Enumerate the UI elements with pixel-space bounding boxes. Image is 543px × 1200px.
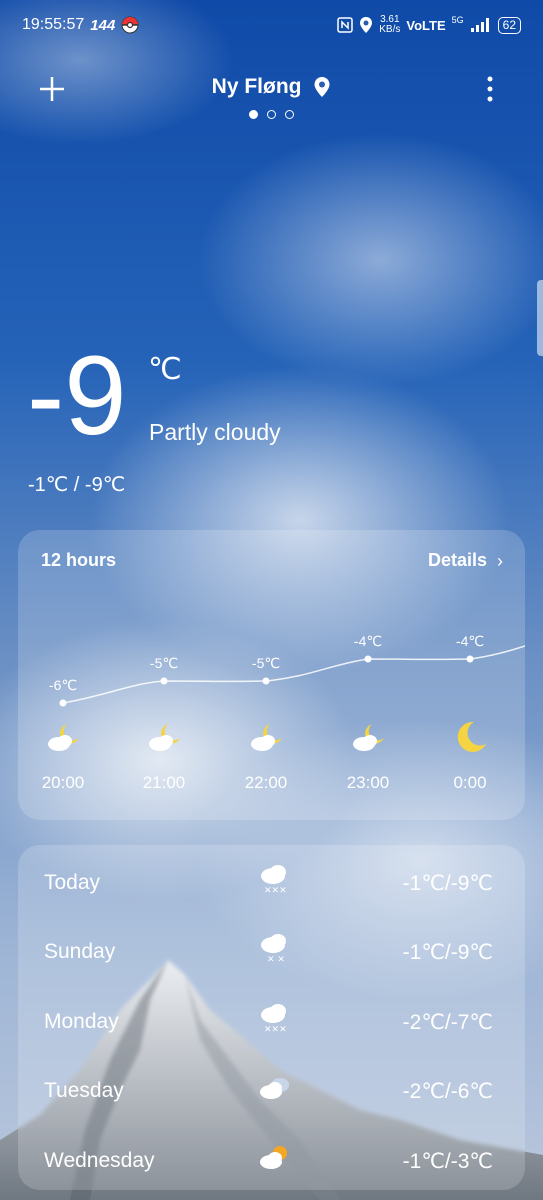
nfc-icon bbox=[337, 17, 353, 33]
current-temperature: -9 bbox=[27, 333, 127, 458]
day-range: -2℃/-6℃ bbox=[402, 1080, 493, 1103]
day-range: -1℃/-9℃ bbox=[402, 872, 493, 895]
day-range: -1℃/-9℃ bbox=[402, 941, 493, 964]
location-title[interactable]: Ny Fløng bbox=[0, 75, 543, 99]
side-drag-handle[interactable] bbox=[537, 280, 543, 356]
daily-row[interactable]: Tuesday -2℃/-6℃ bbox=[18, 1071, 525, 1111]
hour-time-item: 22:00 bbox=[226, 773, 306, 793]
signal-icon bbox=[470, 18, 489, 32]
day-name: Sunday bbox=[44, 940, 116, 963]
status-bar: 19:55:57 144 3.61 KB/s VoLTE 5G 62 bbox=[0, 0, 543, 50]
hour-time-item: 0:00 bbox=[430, 773, 510, 793]
location-name: Ny Fløng bbox=[211, 75, 302, 98]
hour-temp: -5℃ bbox=[251, 655, 281, 671]
location-pin-icon bbox=[314, 77, 330, 98]
hour-time: 0:00 bbox=[453, 773, 487, 792]
location-status-icon bbox=[360, 17, 373, 33]
hour-time: 20:00 bbox=[41, 773, 85, 792]
daily-row[interactable]: Sunday ✕ ✕ -1℃/-9℃ bbox=[18, 932, 525, 972]
hour-item: -4℃ bbox=[328, 633, 408, 650]
hour-temp: -5℃ bbox=[149, 655, 179, 671]
hour-point bbox=[364, 655, 372, 663]
daily-row[interactable]: Monday ✕✕✕ -2℃/-7℃ bbox=[18, 1002, 525, 1042]
clock: 19:55:57 bbox=[22, 16, 85, 33]
day-range: -1℃/-3℃ bbox=[402, 1150, 493, 1173]
daily-forecast-card[interactable]: Today ✕✕✕ -1℃/-9℃ Sunday ✕ ✕ -1℃/-9℃ Mon… bbox=[18, 845, 525, 1190]
network-gen: 5G bbox=[451, 15, 464, 25]
hour-time-item: 23:00 bbox=[328, 773, 408, 793]
network-type: VoLTE bbox=[406, 17, 446, 33]
day-name: Today bbox=[44, 871, 101, 894]
hour-point bbox=[262, 677, 270, 685]
hour-point bbox=[466, 655, 474, 663]
partly-cloudy-night-icon bbox=[149, 724, 180, 751]
refresh-rate: 144 bbox=[90, 16, 116, 34]
day-name: Wednesday bbox=[44, 1149, 155, 1172]
hour-time-item: 21:00 bbox=[124, 773, 204, 793]
pokeball-icon bbox=[121, 16, 139, 34]
more-options-button[interactable] bbox=[478, 75, 502, 103]
svg-text:✕ ✕: ✕ ✕ bbox=[267, 955, 285, 965]
hour-item: -6℃ bbox=[23, 677, 103, 694]
top-bar: Ny Fløng bbox=[0, 60, 543, 119]
cloudy-icon bbox=[260, 1078, 289, 1099]
hour-time-item: 20:00 bbox=[23, 773, 103, 793]
partly-cloudy-night-icon bbox=[251, 724, 282, 751]
page-indicator bbox=[0, 110, 543, 119]
partly-sunny-icon bbox=[260, 1146, 287, 1169]
data-speed: 3.61 KB/s bbox=[379, 14, 401, 35]
hour-time: 22:00 bbox=[244, 773, 288, 792]
hour-temp: -4℃ bbox=[455, 633, 485, 649]
hour-time: 23:00 bbox=[346, 773, 390, 792]
hour-point bbox=[59, 699, 67, 707]
hour-temp: -4℃ bbox=[353, 633, 383, 649]
today-range: -1℃ / -9℃ bbox=[28, 474, 126, 496]
page-dot[interactable] bbox=[267, 110, 276, 119]
battery-icon: 62 bbox=[497, 16, 521, 34]
snow-cloud-icon: ✕ ✕ bbox=[261, 934, 286, 965]
moon-icon bbox=[457, 721, 486, 752]
snow-cloud-icon: ✕✕✕ bbox=[261, 865, 287, 896]
daily-row[interactable]: Today ✕✕✕ -1℃/-9℃ bbox=[18, 863, 525, 903]
day-range: -2℃/-7℃ bbox=[402, 1011, 493, 1034]
temperature-unit: ℃ bbox=[148, 353, 182, 386]
page-dot[interactable] bbox=[249, 110, 258, 119]
page-dot[interactable] bbox=[285, 110, 294, 119]
hour-item: -5℃ bbox=[124, 655, 204, 672]
svg-text:✕✕✕: ✕✕✕ bbox=[264, 1025, 287, 1035]
partly-cloudy-night-icon bbox=[48, 724, 79, 751]
snow-cloud-icon: ✕✕✕ bbox=[261, 1004, 287, 1035]
partly-cloudy-night-icon bbox=[353, 724, 384, 751]
hour-item: -5℃ bbox=[226, 655, 306, 672]
hour-time: 21:00 bbox=[142, 773, 186, 792]
current-condition: Partly cloudy bbox=[149, 419, 281, 445]
hourly-forecast-card[interactable]: 12 hours Details › -6℃ -5℃ -5℃ -4℃ -4℃ 2… bbox=[18, 530, 525, 820]
day-name: Monday bbox=[44, 1010, 119, 1033]
hour-temp: -6℃ bbox=[48, 677, 78, 693]
svg-text:✕✕✕: ✕✕✕ bbox=[264, 886, 287, 896]
hour-item: -4℃ bbox=[430, 633, 510, 650]
hour-point bbox=[160, 677, 168, 685]
day-name: Tuesday bbox=[44, 1079, 124, 1102]
daily-row[interactable]: Wednesday -1℃/-3℃ bbox=[18, 1141, 525, 1181]
